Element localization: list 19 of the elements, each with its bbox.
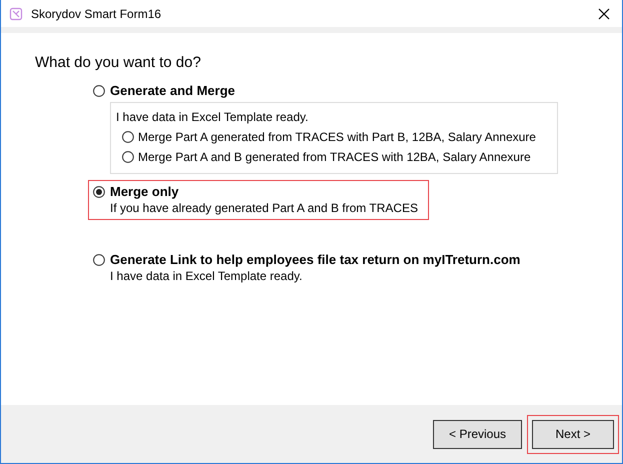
radio-button[interactable] bbox=[93, 85, 105, 97]
radio-button[interactable] bbox=[122, 131, 134, 143]
next-button[interactable]: Next > bbox=[532, 420, 614, 448]
panel-text: I have data in Excel Template ready. bbox=[116, 109, 308, 125]
radio-button[interactable] bbox=[122, 151, 134, 163]
previous-button[interactable]: < Previous bbox=[433, 420, 522, 448]
radio-button[interactable] bbox=[93, 186, 105, 198]
option-description: I have data in Excel Template ready. bbox=[110, 268, 302, 284]
close-icon[interactable] bbox=[598, 8, 610, 20]
window-title: Skorydov Smart Form16 bbox=[31, 6, 162, 22]
option-label[interactable]: Merge Part A generated from TRACES with Part B, 12BA, Salary Annexure bbox=[138, 129, 536, 145]
option-description: If you have already generated Part A and B from TRACES bbox=[110, 200, 418, 216]
radio-button[interactable] bbox=[93, 254, 105, 266]
option-label[interactable]: Merge Part A and B generated from TRACES with 12BA, Salary Annexure bbox=[138, 149, 531, 165]
option-label[interactable]: Generate Link to help employees file tax return on myITreturn.com bbox=[110, 252, 520, 268]
question-heading: What do you want to do? bbox=[35, 53, 202, 73]
app-icon bbox=[9, 6, 23, 20]
option-label[interactable]: Generate and Merge bbox=[110, 83, 235, 99]
option-label[interactable]: Merge only bbox=[110, 184, 179, 200]
